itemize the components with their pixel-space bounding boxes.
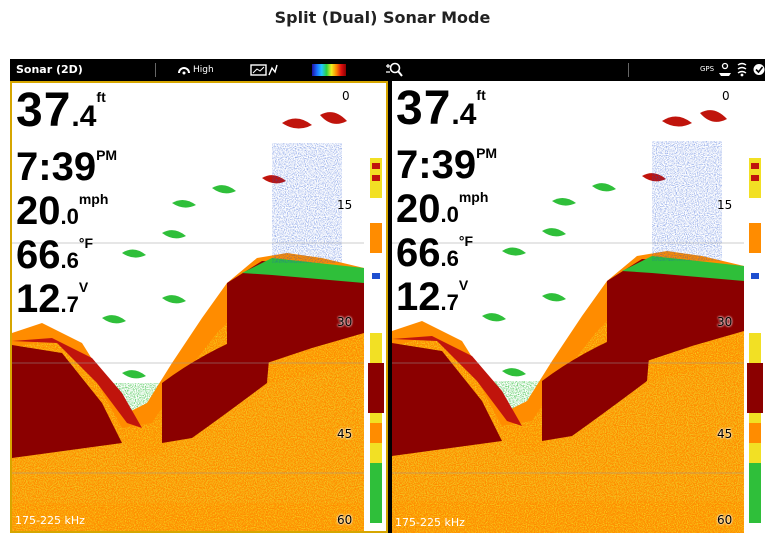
depth-scale-45: 45 (337, 427, 353, 441)
depth-decimal: .4 (71, 100, 97, 133)
temp-readout[interactable]: 66.6°F (16, 235, 117, 279)
zoom-icon[interactable] (385, 62, 403, 81)
depth-scale-30: 30 (717, 315, 733, 329)
voltage-unit: V (458, 277, 469, 293)
depth-decimal: .4 (451, 98, 477, 131)
speed-value: 20 (396, 187, 441, 231)
quality-icon (178, 67, 190, 75)
status-title[interactable]: Sonar (2D) (16, 63, 83, 76)
temp-unit: °F (78, 235, 94, 251)
sonar-icon[interactable] (736, 62, 748, 77)
temp-decimal: .6 (60, 248, 79, 273)
status-divider (155, 63, 156, 77)
temp-unit: °F (458, 233, 474, 249)
status-bar: Sonar (2D) High GPS (10, 59, 765, 81)
a-scope-column (366, 83, 386, 531)
settings-icon[interactable] (752, 62, 765, 77)
depth-scale-30: 30 (337, 315, 353, 329)
time-readout[interactable]: 7:39PM (16, 147, 117, 191)
voltage-readout[interactable]: 12.7V (16, 279, 117, 323)
speed-decimal: .0 (60, 204, 79, 229)
depth-value: 37 (16, 84, 72, 137)
temp-decimal: .6 (440, 246, 459, 271)
sonar-pane-right[interactable]: 37.4ft 7:39PM 20.0mph 66.6°F 12.7V 0 15 … (392, 81, 765, 533)
depth-scale-45: 45 (717, 427, 733, 441)
frequency-label: 175-225 kHz (15, 514, 85, 527)
voltage-decimal: .7 (60, 292, 79, 317)
temp-readout[interactable]: 66.6°F (396, 233, 497, 277)
time-unit: PM (96, 147, 118, 163)
gps-label: GPS (700, 65, 715, 73)
depth-readout[interactable]: 37.4ft (396, 85, 497, 145)
quality-label: High (193, 64, 214, 75)
time-readout[interactable]: 7:39PM (396, 145, 497, 189)
time-value: 7:39 (16, 145, 97, 189)
color-palette[interactable] (312, 64, 346, 76)
depth-unit: ft (96, 89, 106, 105)
digital-readouts: 37.4ft 7:39PM 20.0mph 66.6°F 12.7V (396, 85, 497, 321)
speed-unit: mph (458, 189, 489, 205)
depth-scale-0: 0 (342, 89, 350, 103)
quality-indicator[interactable]: High (178, 64, 214, 75)
speed-decimal: .0 (440, 202, 459, 227)
temp-value: 66 (16, 233, 61, 277)
digital-readouts: 37.4ft 7:39PM 20.0mph 66.6°F 12.7V (16, 87, 117, 323)
speed-value: 20 (16, 189, 61, 233)
sonar-pane-left[interactable]: 37.4ft 7:39PM 20.0mph 66.6°F 12.7V 0 15 … (10, 81, 388, 533)
depth-scale-15: 15 (337, 198, 353, 212)
time-value: 7:39 (396, 143, 477, 187)
page-title: Split (Dual) Sonar Mode (274, 8, 491, 27)
time-unit: PM (476, 145, 498, 161)
voltage-value: 12 (16, 277, 61, 321)
boat-icon[interactable] (718, 62, 732, 77)
frequency-label: 175-225 kHz (395, 516, 465, 529)
depth-readout[interactable]: 37.4ft (16, 87, 117, 147)
voltage-value: 12 (396, 275, 441, 319)
speed-unit: mph (78, 191, 109, 207)
depth-scale-60: 60 (337, 513, 353, 527)
voltage-decimal: .7 (440, 290, 459, 315)
voltage-unit: V (78, 279, 89, 295)
sonar-screen: Sonar (2D) High GPS 37.4ft 7:39PM 20.0mp… (10, 59, 765, 533)
voltage-readout[interactable]: 12.7V (396, 277, 497, 321)
depth-unit: ft (476, 87, 486, 103)
depth-scale-15: 15 (717, 198, 733, 212)
depth-scale-0: 0 (722, 89, 730, 103)
temp-value: 66 (396, 231, 441, 275)
graph-icon[interactable] (250, 63, 278, 80)
status-divider (628, 63, 629, 77)
speed-readout[interactable]: 20.0mph (396, 189, 497, 233)
a-scope-column (745, 81, 765, 533)
speed-readout[interactable]: 20.0mph (16, 191, 117, 235)
depth-value: 37 (396, 82, 452, 135)
depth-scale-60: 60 (717, 513, 733, 527)
